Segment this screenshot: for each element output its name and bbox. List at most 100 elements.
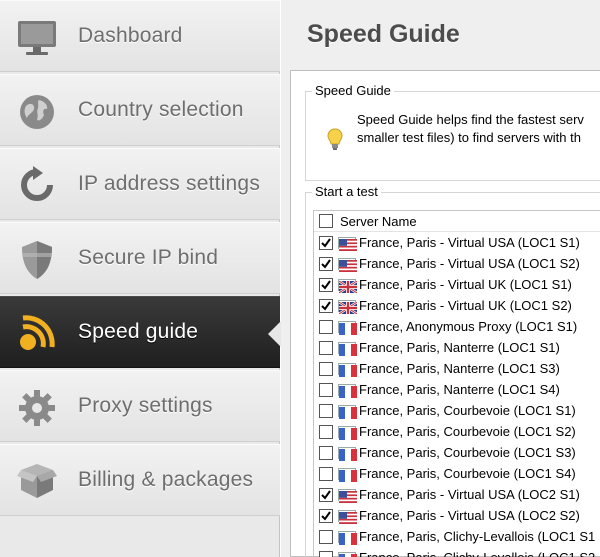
sidebar-item-label: Billing & packages	[78, 468, 254, 491]
server-rows: France, Paris - Virtual USA (LOC1 S1) Fra…	[314, 232, 600, 557]
main-panel: Speed Guide Speed Guide Speed Guide help…	[281, 0, 600, 557]
france-flag-icon	[338, 341, 357, 356]
page-title: Speed Guide	[307, 20, 460, 48]
gear-icon	[14, 385, 60, 431]
server-name: France, Paris, Nanterre (LOC1 S3)	[359, 361, 560, 376]
refresh-icon	[14, 163, 60, 209]
usa-flag-icon	[338, 236, 357, 251]
server-checkbox[interactable]	[319, 445, 333, 460]
server-list-header: Server Name	[314, 211, 600, 232]
server-checkbox[interactable]	[319, 382, 333, 397]
server-checkbox-checked[interactable]	[319, 487, 333, 502]
select-all-checkbox[interactable]	[319, 214, 333, 228]
server-name: France, Paris - Virtual UK (LOC1 S1)	[359, 277, 572, 292]
description-text: Speed Guide helps find the fastest serv …	[357, 111, 600, 147]
server-name: France, Paris, Nanterre (LOC1 S1)	[359, 340, 560, 355]
sidebar-item-dashboard[interactable]: Dashboard	[0, 0, 280, 72]
server-row[interactable]: France, Paris - Virtual USA (LOC1 S1)	[314, 232, 600, 253]
server-name: France, Anonymous Proxy (LOC1 S1)	[359, 319, 578, 334]
france-flag-icon	[338, 362, 357, 377]
server-row[interactable]: France, Paris, Clichy-Levallois (LOC1 S1	[314, 526, 600, 547]
server-checkbox-checked[interactable]	[319, 508, 333, 523]
server-row[interactable]: France, Paris, Courbevoie (LOC1 S3)	[314, 442, 600, 463]
server-row[interactable]: France, Paris, Clichy-Levallois (LOC1 S2	[314, 547, 600, 557]
server-checkbox[interactable]	[319, 319, 333, 334]
server-checkbox[interactable]	[319, 361, 333, 376]
server-name: France, Paris - Virtual USA (LOC2 S2)	[359, 508, 580, 523]
server-checkbox-checked[interactable]	[319, 235, 333, 250]
server-name: France, Paris, Courbevoie (LOC1 S3)	[359, 445, 576, 460]
server-checkbox-checked[interactable]	[319, 256, 333, 271]
server-name: France, Paris, Courbevoie (LOC1 S1)	[359, 403, 576, 418]
server-row[interactable]: France, Paris, Courbevoie (LOC1 S2)	[314, 421, 600, 442]
server-name: France, Paris - Virtual USA (LOC2 S1)	[359, 487, 580, 502]
signal-icon	[14, 311, 60, 357]
about-group-title: Speed Guide	[312, 83, 394, 98]
sidebar-item-billing-packages[interactable]: Billing & packages	[0, 444, 280, 516]
server-row[interactable]: France, Paris - Virtual UK (LOC1 S1)	[314, 274, 600, 295]
server-checkbox[interactable]	[319, 550, 333, 557]
server-checkbox[interactable]	[319, 466, 333, 481]
server-name: France, Paris, Clichy-Levallois (LOC1 S2	[359, 550, 595, 557]
france-flag-icon	[338, 467, 357, 482]
active-indicator	[268, 321, 281, 347]
server-checkbox[interactable]	[319, 340, 333, 355]
server-row[interactable]: France, Paris - Virtual UK (LOC1 S2)	[314, 295, 600, 316]
monitor-icon	[14, 15, 60, 61]
sidebar-item-label: Dashboard	[78, 24, 183, 47]
france-flag-icon	[338, 404, 357, 419]
content-area: Speed Guide Speed Guide helps find the f…	[290, 70, 600, 557]
sidebar: Dashboard Country selection IP address s…	[0, 0, 281, 557]
sidebar-item-label: Country selection	[78, 98, 244, 121]
server-checkbox[interactable]	[319, 403, 333, 418]
sidebar-item-secure-ip-bind[interactable]: Secure IP bind	[0, 222, 280, 294]
sidebar-item-speed-guide[interactable]: Speed guide	[0, 296, 281, 368]
france-flag-icon	[338, 530, 357, 545]
server-name: France, Paris - Virtual UK (LOC1 S2)	[359, 298, 572, 313]
uk-flag-icon	[338, 299, 358, 315]
server-row[interactable]: France, Anonymous Proxy (LOC1 S1)	[314, 316, 600, 337]
server-name: France, Paris, Courbevoie (LOC1 S4)	[359, 466, 576, 481]
france-flag-icon	[338, 320, 357, 335]
uk-flag-icon	[338, 278, 358, 294]
france-flag-icon	[338, 425, 357, 440]
sidebar-item-label: IP address settings	[78, 172, 261, 195]
server-row[interactable]: France, Paris, Nanterre (LOC1 S4)	[314, 379, 600, 400]
sidebar-item-label: Speed guide	[78, 320, 199, 343]
globe-icon	[14, 89, 60, 135]
server-row[interactable]: France, Paris, Courbevoie (LOC1 S4)	[314, 463, 600, 484]
server-checkbox[interactable]	[319, 424, 333, 439]
server-row[interactable]: France, Paris, Nanterre (LOC1 S3)	[314, 358, 600, 379]
server-name: France, Paris - Virtual USA (LOC1 S2)	[359, 256, 580, 271]
about-group: Speed Guide Speed Guide helps find the f…	[305, 83, 600, 181]
server-name: France, Paris, Courbevoie (LOC1 S2)	[359, 424, 576, 439]
france-flag-icon	[338, 446, 357, 461]
description-line-2: smaller test files) to find servers with…	[357, 130, 581, 145]
server-name: France, Paris - Virtual USA (LOC1 S1)	[359, 235, 580, 250]
column-header-server-name[interactable]: Server Name	[340, 214, 417, 229]
usa-flag-icon	[338, 509, 357, 524]
server-name: France, Paris, Nanterre (LOC1 S4)	[359, 382, 560, 397]
sidebar-item-label: Secure IP bind	[78, 246, 219, 269]
france-flag-icon	[338, 551, 357, 557]
shield-icon	[14, 237, 60, 283]
server-checkbox[interactable]	[319, 529, 333, 544]
server-row[interactable]: France, Paris - Virtual USA (LOC2 S1)	[314, 484, 600, 505]
sidebar-item-proxy-settings[interactable]: Proxy settings	[0, 370, 280, 442]
description-line-1: Speed Guide helps find the fastest serv	[357, 112, 584, 127]
sidebar-item-country-selection[interactable]: Country selection	[0, 74, 280, 146]
server-checkbox-checked[interactable]	[319, 298, 333, 313]
server-name: France, Paris, Clichy-Levallois (LOC1 S1	[359, 529, 596, 544]
server-row[interactable]: France, Paris, Nanterre (LOC1 S1)	[314, 337, 600, 358]
server-row[interactable]: France, Paris - Virtual USA (LOC2 S2)	[314, 505, 600, 526]
server-row[interactable]: France, Paris - Virtual USA (LOC1 S2)	[314, 253, 600, 274]
usa-flag-icon	[338, 488, 357, 503]
lightbulb-icon	[326, 127, 344, 151]
package-icon	[14, 459, 60, 505]
server-row[interactable]: France, Paris, Courbevoie (LOC1 S1)	[314, 400, 600, 421]
sidebar-item-ip-address-settings[interactable]: IP address settings	[0, 148, 280, 220]
france-flag-icon	[338, 383, 357, 398]
server-list[interactable]: Server Name France, Paris - Virtual USA …	[313, 210, 600, 557]
server-checkbox-checked[interactable]	[319, 277, 333, 292]
sidebar-item-label: Proxy settings	[78, 394, 213, 417]
